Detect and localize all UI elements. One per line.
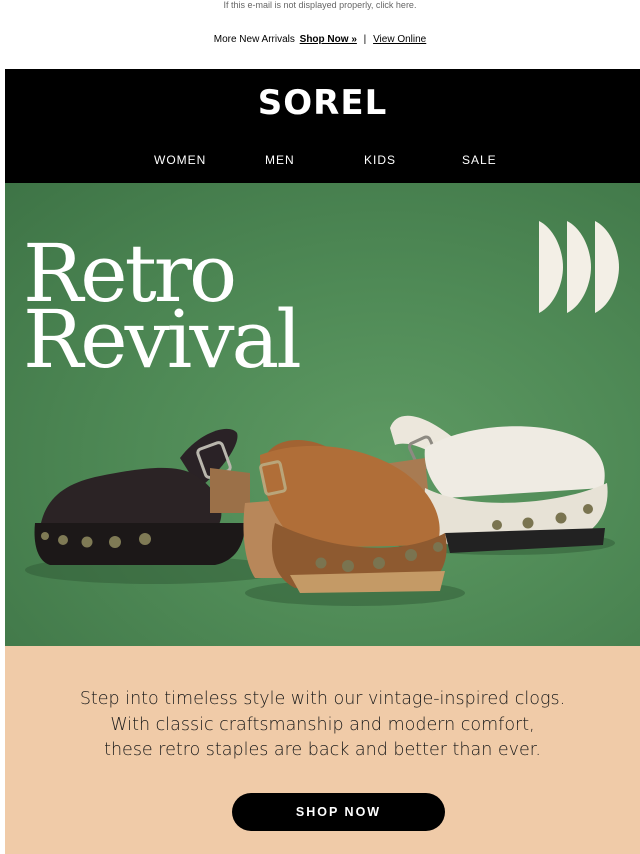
clogs-image [25,415,615,606]
nav-women[interactable]: WOMEN [154,153,206,167]
nav-kids[interactable]: KIDS [364,153,396,167]
shop-now-link[interactable]: Shop Now » [300,34,357,45]
preheader-link[interactable]: If this e-mail is not displayed properly… [224,0,417,10]
view-online-link[interactable]: View Online [373,34,426,45]
hero-banner[interactable]: Retro Revival [5,183,640,646]
body-copy: Step into timeless style with our vintag… [5,687,640,764]
body-line-2: With classic craftsmanship and modern co… [110,714,535,735]
body-line-3: these retro staples are back and better … [104,740,541,760]
main-nav: WOMEN MEN KIDS SALE [5,153,640,171]
sorel-logo[interactable]: SOREL [5,83,640,123]
shop-now-button[interactable]: SHOP NOW [232,793,445,831]
nav-men[interactable]: MEN [265,153,295,167]
promo-text: More New Arrivals [213,34,295,45]
masthead: SOREL WOMEN MEN KIDS SALE [5,69,640,183]
body-panel: Step into timeless style with our vintag… [5,646,640,854]
promo-separator: | [363,34,367,45]
nav-sale[interactable]: SALE [462,153,497,167]
preheader[interactable]: If this e-mail is not displayed properly… [0,0,640,12]
body-line-1: Step into timeless style with our vintag… [79,689,566,709]
dark-clog [34,428,250,565]
promo-bar: More New Arrivals Shop Now » | View Onli… [0,34,640,45]
